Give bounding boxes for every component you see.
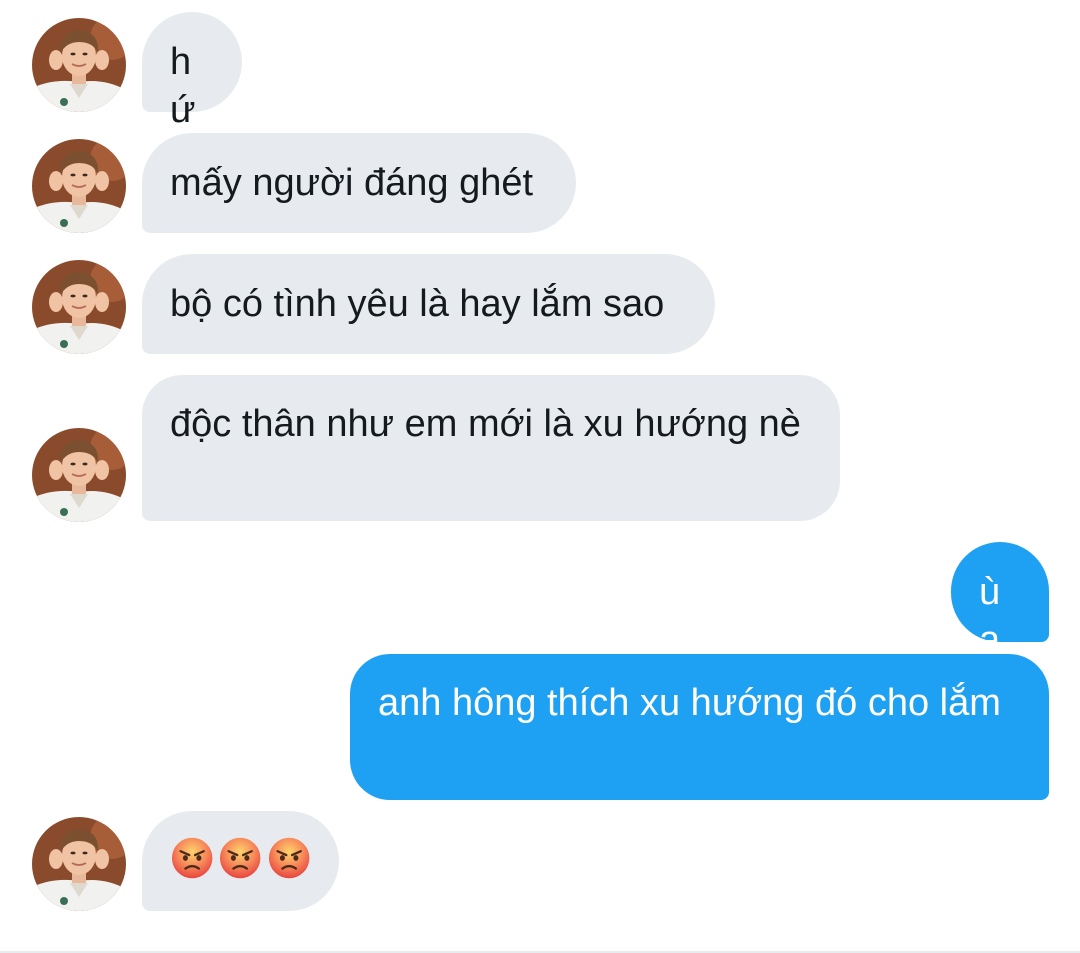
incoming-emoji-message-bubble[interactable] [142,811,339,911]
angry-face-icon [267,835,311,881]
contact-avatar-photo [32,139,126,233]
contact-avatar-photo [32,260,126,354]
angry-face-icon [170,835,214,881]
contact-avatar-photo [32,817,126,911]
outgoing-message-bubble[interactable]: ùa [951,542,1049,661]
message-text: bộ có tình yêu là hay lắm sao [170,283,665,325]
contact-avatar-photo [32,428,126,522]
contact-avatar[interactable] [32,18,126,112]
message-text: độc thân như em mới là xu hướng nè [170,403,801,445]
incoming-message-bubble[interactable]: độc thân như em mới là xu hướng nè [142,375,840,521]
message-text: anh hông thích xu hướng đó cho lắm [378,682,1001,724]
contact-avatar[interactable] [32,428,126,522]
contact-avatar[interactable] [32,139,126,233]
emoji-row [170,835,311,881]
chat-screen: hứ mấy người đáng ghét bộ có tình yêu là… [0,0,1080,953]
message-text: hứ [170,41,196,131]
incoming-message-bubble[interactable]: mấy người đáng ghét [142,133,576,233]
message-text: ùa [979,571,1001,661]
angry-face-icon [218,835,262,881]
outgoing-message-bubble[interactable]: anh hông thích xu hướng đó cho lắm [350,654,1049,800]
contact-avatar-photo [32,18,126,112]
contact-avatar[interactable] [32,817,126,911]
incoming-message-bubble[interactable]: bộ có tình yêu là hay lắm sao [142,254,715,354]
message-text: mấy người đáng ghét [170,162,534,204]
contact-avatar[interactable] [32,260,126,354]
incoming-message-bubble[interactable]: hứ [142,12,242,131]
